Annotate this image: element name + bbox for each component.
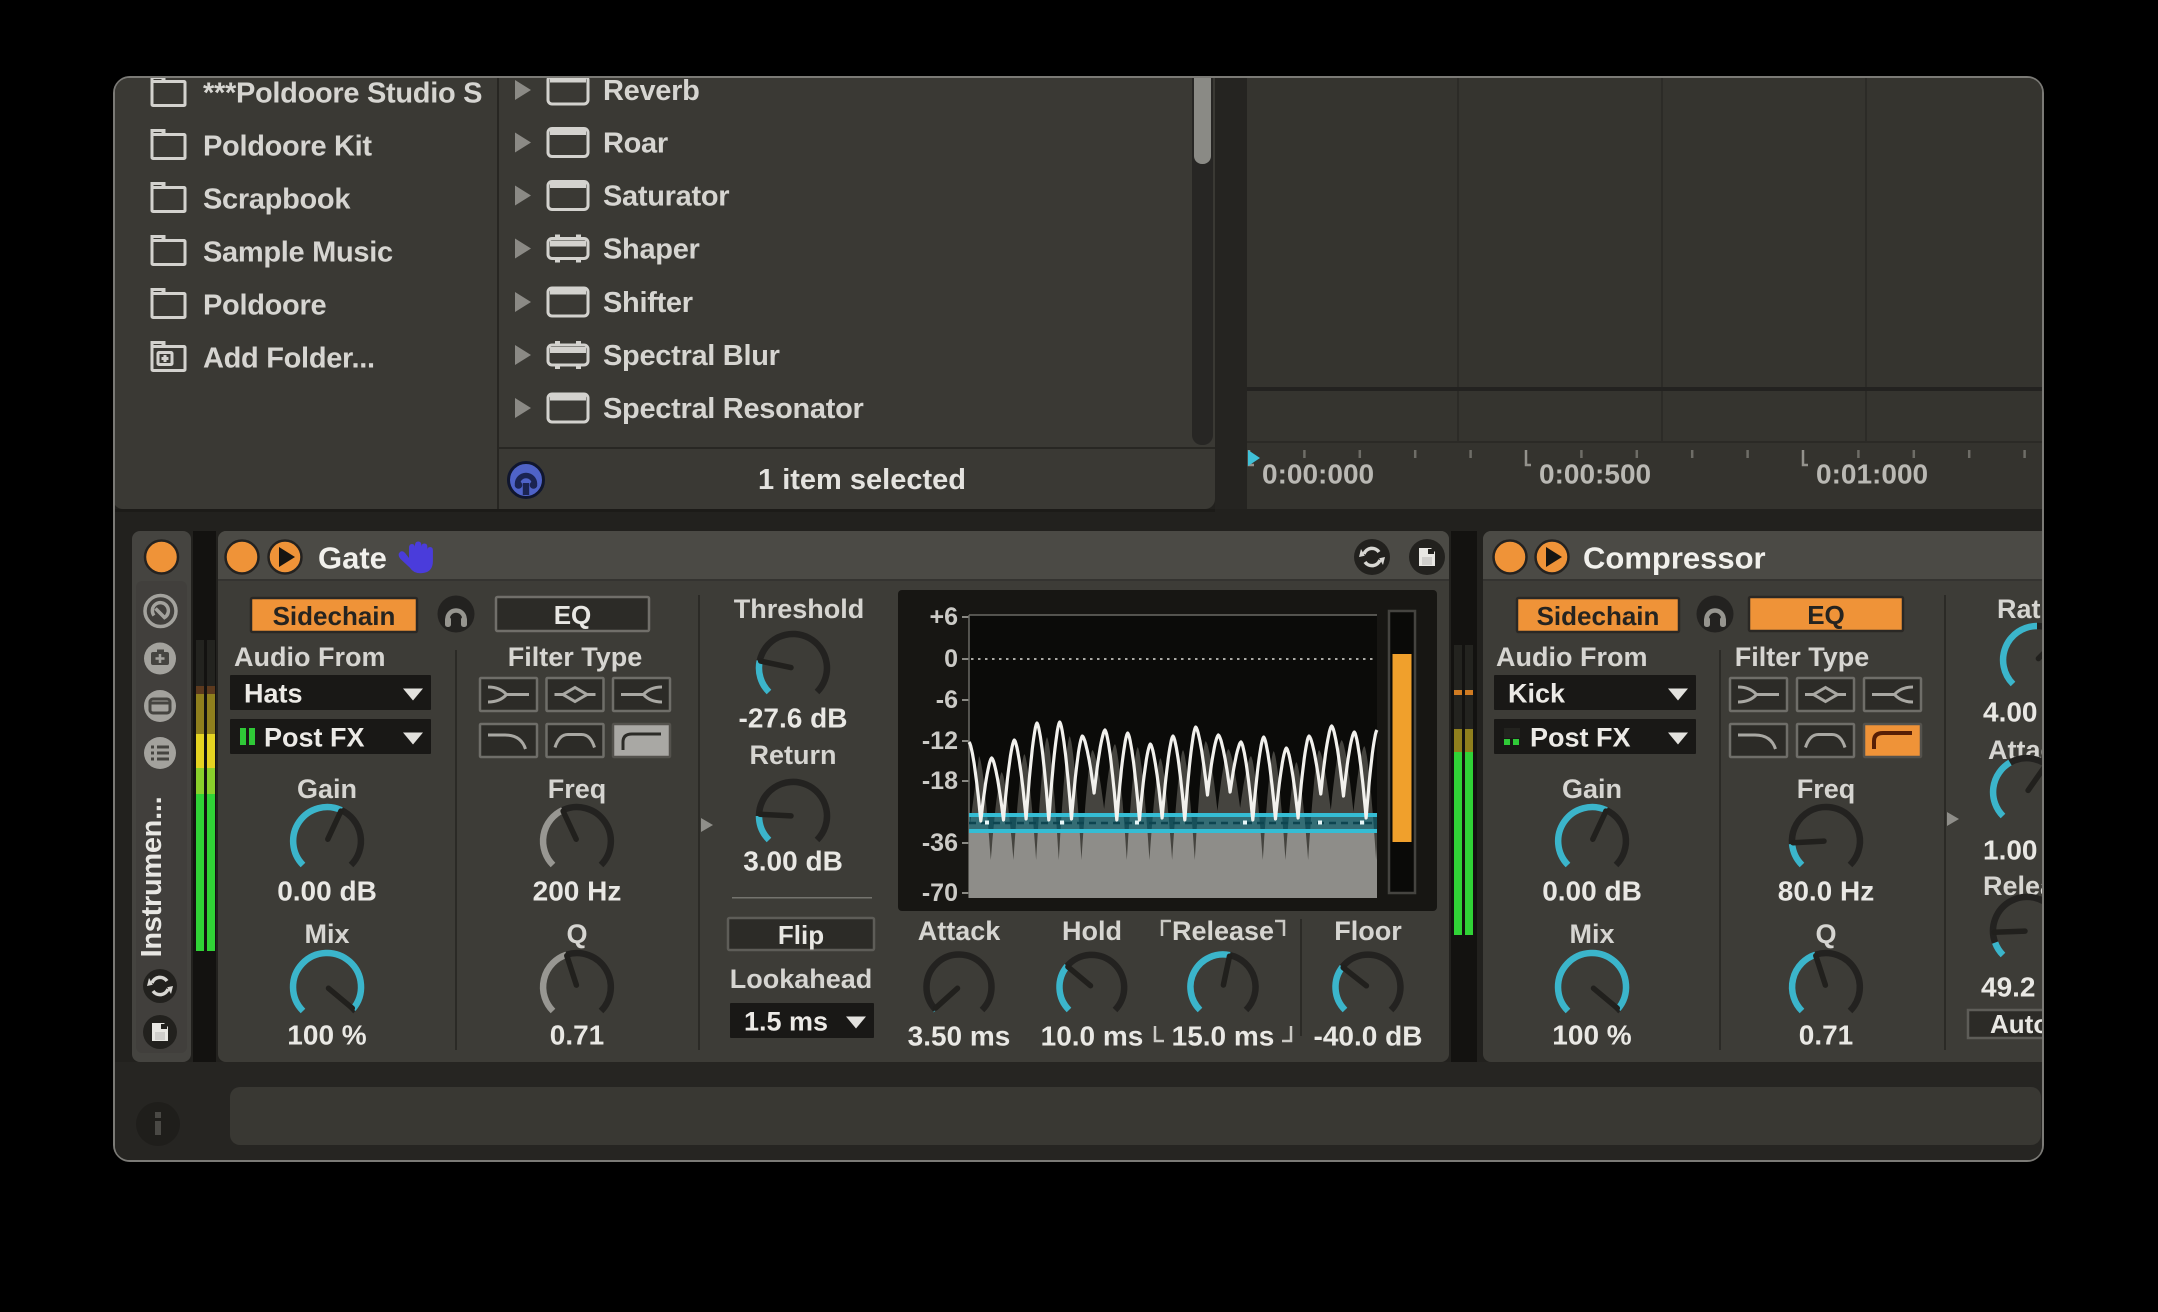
svg-text:Spectral Blur: Spectral Blur: [603, 340, 780, 372]
svg-text:Gate: Gate: [318, 541, 387, 576]
svg-text:Saturator: Saturator: [603, 181, 729, 213]
svg-text:-6: -6: [936, 686, 958, 714]
svg-text:Post FX: Post FX: [1530, 723, 1631, 753]
svg-text:-18: -18: [922, 767, 958, 795]
svg-text:EQ: EQ: [554, 600, 592, 630]
svg-text:Spectral Resonator: Spectral Resonator: [603, 393, 864, 425]
svg-text:0.00 dB: 0.00 dB: [277, 876, 377, 907]
svg-text:Sidechain: Sidechain: [273, 601, 396, 631]
svg-text:-36: -36: [922, 829, 958, 857]
svg-text:49.2 ms: 49.2 ms: [1981, 972, 2042, 1003]
svg-text:0:01:000: 0:01:000: [1816, 459, 1928, 490]
svg-text:-12: -12: [922, 727, 958, 755]
svg-text:-70: -70: [922, 879, 958, 907]
svg-text:Poldoore: Poldoore: [203, 290, 326, 322]
svg-text:Filter Type: Filter Type: [508, 642, 643, 672]
svg-text:Floor: Floor: [1334, 916, 1402, 946]
svg-text:0.00 dB: 0.00 dB: [1542, 876, 1642, 907]
svg-text:Gain: Gain: [1562, 774, 1622, 804]
svg-text:Post FX: Post FX: [264, 723, 365, 753]
svg-text:Audio From: Audio From: [234, 642, 385, 672]
svg-text:Ratio: Ratio: [1997, 594, 2042, 624]
svg-text:Add Folder...: Add Folder...: [203, 343, 375, 375]
svg-text:Threshold: Threshold: [734, 594, 865, 624]
svg-text:Freq: Freq: [1797, 774, 1856, 804]
svg-text:Mix: Mix: [304, 919, 349, 949]
svg-text:0.71: 0.71: [1799, 1020, 1854, 1051]
svg-text:Scrapbook: Scrapbook: [203, 184, 351, 216]
svg-text:Flip: Flip: [778, 920, 824, 950]
svg-text:0:00:500: 0:00:500: [1539, 459, 1651, 490]
svg-text:***Poldoore Studio S: ***Poldoore Studio S: [203, 78, 482, 110]
svg-text:Attack: Attack: [918, 916, 1002, 946]
svg-text:Shaper: Shaper: [603, 234, 700, 266]
svg-text:Kick: Kick: [1508, 679, 1566, 709]
svg-text:3.50 ms: 3.50 ms: [908, 1021, 1011, 1052]
svg-text:+6: +6: [929, 603, 958, 631]
svg-text:10.0 ms: 10.0 ms: [1041, 1021, 1144, 1052]
svg-text:Lookahead: Lookahead: [730, 964, 873, 994]
svg-text:Freq: Freq: [548, 774, 607, 804]
svg-text:Hold: Hold: [1062, 916, 1122, 946]
svg-text:Audio From: Audio From: [1496, 642, 1647, 672]
svg-text:Q: Q: [1815, 919, 1836, 949]
svg-text:3.00 dB: 3.00 dB: [743, 846, 843, 877]
svg-text:100 %: 100 %: [1552, 1020, 1631, 1051]
svg-text:Auto: Auto: [1990, 1009, 2042, 1039]
svg-text:Shifter: Shifter: [603, 287, 693, 319]
svg-text:1.5 ms: 1.5 ms: [744, 1007, 828, 1037]
svg-text:Gain: Gain: [297, 774, 357, 804]
svg-text:15.0 ms: 15.0 ms: [1172, 1021, 1275, 1052]
svg-text:Compressor: Compressor: [1583, 541, 1766, 576]
svg-text:Sidechain: Sidechain: [1537, 601, 1660, 631]
svg-text:Hats: Hats: [244, 679, 303, 709]
svg-text:0:00:000: 0:00:000: [1262, 459, 1374, 490]
svg-text:1.00 ms: 1.00 ms: [1983, 835, 2042, 866]
svg-text:Return: Return: [750, 740, 837, 770]
svg-text:0.71: 0.71: [550, 1020, 605, 1051]
svg-text:4.00 : 1: 4.00 : 1: [1983, 697, 2042, 728]
svg-text:1 item selected: 1 item selected: [758, 464, 966, 496]
svg-text:Roar: Roar: [603, 128, 668, 160]
svg-text:-27.6 dB: -27.6 dB: [739, 703, 848, 734]
svg-text:Mix: Mix: [1569, 919, 1614, 949]
svg-text:Instrumen...: Instrumen...: [136, 797, 168, 958]
svg-text:EQ: EQ: [1807, 600, 1845, 630]
svg-text:200 Hz: 200 Hz: [533, 876, 622, 907]
svg-text:100 %: 100 %: [287, 1020, 366, 1051]
svg-text:Sample Music: Sample Music: [203, 237, 393, 269]
svg-text:Poldoore Kit: Poldoore Kit: [203, 131, 372, 163]
svg-text:0: 0: [944, 645, 958, 673]
svg-text:Release: Release: [1172, 916, 1274, 946]
svg-text:Reverb: Reverb: [603, 78, 700, 107]
svg-text:Q: Q: [566, 919, 587, 949]
svg-text:-40.0 dB: -40.0 dB: [1314, 1021, 1423, 1052]
svg-text:Filter Type: Filter Type: [1735, 642, 1870, 672]
svg-text:80.0 Hz: 80.0 Hz: [1778, 876, 1875, 907]
